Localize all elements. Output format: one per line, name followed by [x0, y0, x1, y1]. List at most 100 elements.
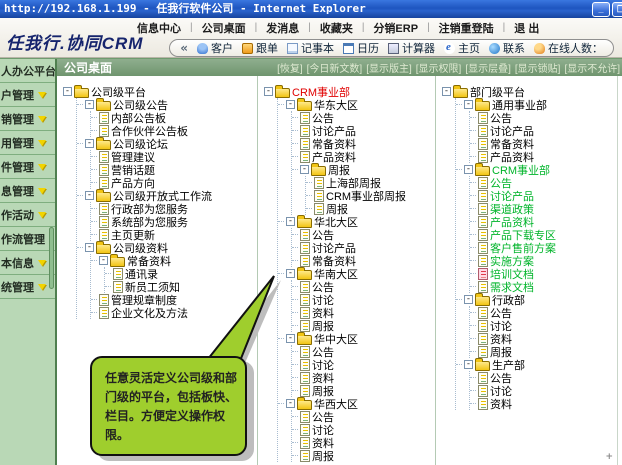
sidebar-item-label: 作活动: [1, 207, 34, 223]
dropdown-arrow-icon: [38, 212, 46, 218]
tree-node-label[interactable]: 周报: [312, 448, 334, 464]
window-controls: _❐: [592, 2, 622, 17]
sidebar-item-label: 件管理: [1, 159, 34, 175]
folder-icon: [475, 101, 490, 111]
expand-toggle[interactable]: -: [286, 399, 295, 408]
document-icon: [300, 255, 310, 267]
sidebar-item-9[interactable]: 统管理: [0, 275, 55, 299]
document-icon: [300, 385, 310, 397]
menu-item-3[interactable]: 收藏夹: [311, 20, 362, 36]
tree-children: 上海部周报CRM事业部周报周报: [305, 176, 435, 215]
tree-children: -公司级公告内部公告板合作伙伴公告板-公司级论坛管理建议营销话题产品方向-公司级…: [76, 98, 257, 319]
folder-icon: [275, 88, 290, 98]
collapse-toolbar-icon[interactable]: «: [180, 41, 188, 55]
calendar-icon: [343, 43, 354, 54]
folder-icon: [475, 166, 490, 176]
document-icon: [300, 424, 310, 436]
maximize-button[interactable]: ❐: [612, 2, 622, 17]
desktop-link-1[interactable]: [今日新文数]: [307, 60, 363, 75]
online-icon: [534, 43, 545, 54]
document-icon: [99, 229, 109, 241]
tree-column-crm-division: -CRM事业部-华东大区公告讨论产品常备资料产品资料-周报上海部周报CRM事业部…: [258, 76, 436, 465]
sidebar-item-7[interactable]: 作流管理: [0, 227, 55, 251]
sidebar-item-2[interactable]: 销管理: [0, 107, 55, 131]
minimize-button[interactable]: _: [592, 2, 610, 17]
tree-children: 公告讨论资料: [469, 371, 617, 410]
expand-toggle[interactable]: -: [442, 87, 451, 96]
annotation-callout: 任意灵活定义公司级和部门级的平台，包括板快、栏目。方便定义操作权限。: [90, 356, 247, 456]
sidebar-collapse-handle[interactable]: [49, 227, 54, 289]
expand-toggle[interactable]: -: [264, 87, 273, 96]
expand-toggle[interactable]: -: [464, 360, 473, 369]
tree-children: 公告讨论产品渠道政策产品资料产品下载专区客户售前方案实施方案培训文档需求文档: [469, 176, 617, 293]
toolbar-item-calculator[interactable]: 计算器: [388, 40, 435, 56]
expand-toggle[interactable]: -: [85, 243, 94, 252]
desktop-link-5[interactable]: [显示锁贴]: [515, 60, 561, 75]
desktop-link-2[interactable]: [显示版主]: [366, 60, 412, 75]
calculator-icon: [388, 43, 399, 54]
document-icon: [314, 203, 324, 215]
sidebar-item-3[interactable]: 用管理: [0, 131, 55, 155]
expand-toggle[interactable]: -: [85, 100, 94, 109]
expand-toggle[interactable]: -: [85, 191, 94, 200]
folder-icon: [453, 88, 468, 98]
dropdown-arrow-icon: [38, 92, 46, 98]
tree-children: 公告讨论产品常备资料产品资料-周报上海部周报CRM事业部周报周报: [291, 111, 435, 215]
sidebar-item-4[interactable]: 件管理: [0, 155, 55, 179]
expand-toggle[interactable]: -: [286, 334, 295, 343]
menu-item-1[interactable]: 公司桌面: [193, 20, 255, 36]
expand-toggle[interactable]: -: [464, 165, 473, 174]
menu-item-5[interactable]: 注销重登陆: [430, 20, 503, 36]
document-icon: [99, 294, 109, 306]
expand-toggle[interactable]: -: [85, 139, 94, 148]
document-icon: [300, 294, 310, 306]
toolbar-item-home[interactable]: 主页: [444, 40, 480, 56]
tree-children: 公告讨论资料周报: [291, 410, 435, 462]
toolbar-item-contact[interactable]: 联系: [489, 40, 525, 56]
tree-node-label[interactable]: 资料: [490, 396, 512, 412]
expand-toggle[interactable]: -: [286, 217, 295, 226]
document-icon: [99, 216, 109, 228]
desktop-link-6[interactable]: [显示不允许]: [564, 60, 620, 75]
desktop-link-3[interactable]: [显示权限]: [416, 60, 462, 75]
toolbar-item-online[interactable]: 在线人数：: [534, 40, 603, 56]
tree-node-label[interactable]: 企业文化及方法: [111, 305, 188, 321]
expand-toggle[interactable]: -: [300, 165, 309, 174]
toolbar-item-notepad[interactable]: 记事本: [287, 40, 334, 56]
expand-toggle[interactable]: -: [286, 100, 295, 109]
app-logo: 任我行.协同CRM: [6, 29, 143, 54]
expand-toggle[interactable]: -: [464, 100, 473, 109]
document-icon: [478, 125, 488, 137]
expand-toggle[interactable]: -: [63, 87, 72, 96]
document-icon: [478, 307, 488, 319]
tree-node: -华北大区: [278, 215, 435, 228]
menu-item-6[interactable]: 退 出: [505, 20, 548, 36]
dropdown-arrow-icon: [38, 140, 46, 146]
document-icon: [300, 450, 310, 462]
expand-toggle[interactable]: -: [464, 295, 473, 304]
expand-toggle[interactable]: -: [99, 256, 108, 265]
desktop-link-0[interactable]: [恢复]: [277, 60, 303, 75]
menu-item-4[interactable]: 分销ERP: [364, 20, 427, 36]
sidebar-item-6[interactable]: 作活动: [0, 203, 55, 227]
tree-node: -生产部: [456, 358, 617, 371]
sidebar-item-8[interactable]: 本信息: [0, 251, 55, 275]
tree-children: 公告讨论产品常备资料产品资料: [469, 111, 617, 163]
order-icon: [242, 43, 253, 54]
sidebar-item-1[interactable]: 户管理: [0, 83, 55, 107]
document-icon: [300, 411, 310, 423]
menu-item-2[interactable]: 发消息: [257, 20, 308, 36]
dropdown-arrow-icon: [38, 164, 46, 170]
folder-icon: [96, 244, 111, 254]
toolbar-item-calendar[interactable]: 日历: [343, 40, 379, 56]
sidebar-item-label: 本信息: [1, 255, 34, 271]
sidebar-item-0[interactable]: 人办公平台: [0, 59, 55, 83]
toolbar-item-order[interactable]: 跟单: [242, 40, 278, 56]
document-icon: [478, 242, 488, 254]
toolbar-item-customer[interactable]: 客户: [197, 40, 233, 56]
resize-grip-icon: +: [605, 452, 613, 462]
sidebar-item-5[interactable]: 息管理: [0, 179, 55, 203]
expand-toggle[interactable]: -: [286, 269, 295, 278]
module-sidebar: 人办公平台户管理销管理用管理件管理息管理作活动作流管理本信息统管理: [0, 59, 57, 465]
desktop-link-4[interactable]: [显示层叠]: [465, 60, 511, 75]
